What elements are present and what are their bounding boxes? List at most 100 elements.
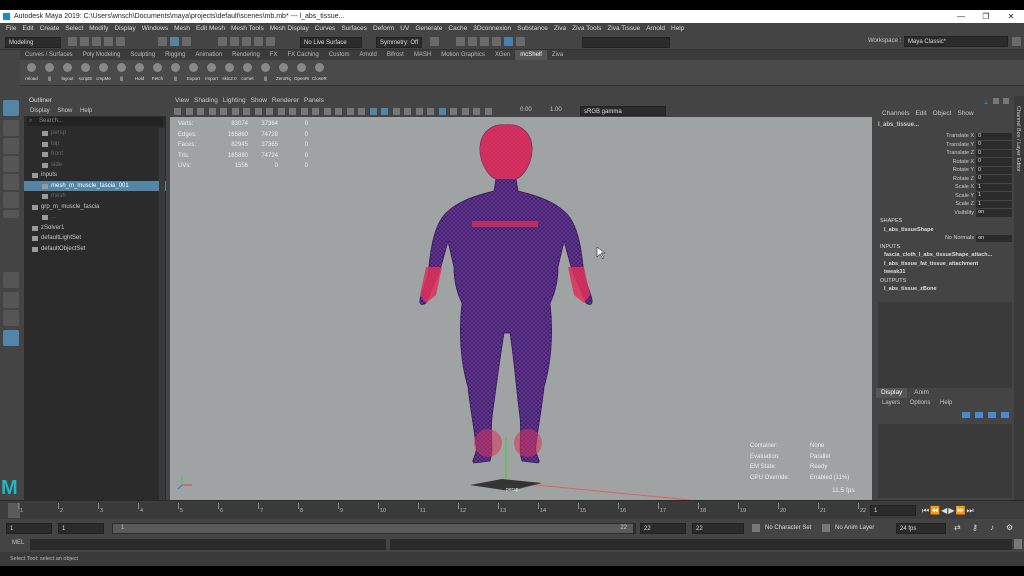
outliner-item[interactable]: defaultLightSet <box>24 233 166 244</box>
command-input[interactable] <box>30 539 386 550</box>
start-time-field[interactable]: 1 <box>6 523 52 534</box>
workspace-settings-icon[interactable] <box>1012 37 1021 46</box>
character-set-dropdown[interactable]: No Character Set <box>762 523 820 534</box>
menu-help[interactable]: Help <box>671 23 684 34</box>
viewport-toolbar-icon[interactable] <box>484 108 492 115</box>
viewport-toolbar-icon[interactable] <box>254 108 262 115</box>
paint-select-tool-icon[interactable] <box>3 138 19 154</box>
viewport-toolbar-icon[interactable] <box>185 108 193 115</box>
gamma-field[interactable]: 1.00 <box>550 107 562 113</box>
viewport-toolbar-icon[interactable] <box>335 108 342 115</box>
outliner-menu-show[interactable]: Show <box>57 108 72 114</box>
loop-icon[interactable]: ⇄ <box>954 523 961 532</box>
channel-attr-row[interactable]: Translate Z0 <box>876 149 1014 158</box>
outliner-item[interactable]: mesh <box>24 191 166 202</box>
end-time-field[interactable]: 22 <box>692 523 744 534</box>
shelf-tool-14[interactable]: ZeroRig <box>276 62 291 84</box>
shelf-tool-16[interactable]: CloseRi <box>312 62 327 84</box>
shape-attr-row[interactable]: No Normals on <box>876 234 1014 243</box>
outliner-item[interactable]: zSolver1 <box>24 223 166 234</box>
channel-attr-row[interactable]: Rotate Y0 <box>876 166 1014 175</box>
viewport-toolbar-icon[interactable] <box>346 108 354 115</box>
outliner-item[interactable]: top <box>24 139 166 150</box>
character-mesh[interactable] <box>419 124 593 464</box>
options-menu[interactable]: Options <box>910 400 931 406</box>
snap-surface-icon[interactable] <box>266 37 275 46</box>
viewport-toolbar-icon[interactable] <box>427 108 434 115</box>
menu-ziva-tissue[interactable]: Ziva Tissue <box>607 23 640 34</box>
channel-attr-row[interactable]: Rotate X0 <box>876 158 1014 167</box>
persp-outliner-view-icon[interactable] <box>3 310 19 326</box>
channel-attr-value[interactable]: 0 <box>976 166 1012 174</box>
channel-box-menu-edit[interactable]: Edit <box>915 110 926 117</box>
shelf-tab-fx[interactable]: FX <box>265 50 283 60</box>
side-tab[interactable]: Channel Box / Layer Editor <box>1014 96 1024 500</box>
menu-uv[interactable]: UV <box>400 23 409 34</box>
select-component-icon[interactable] <box>182 37 191 46</box>
channel-attr-value[interactable]: on <box>976 209 1012 217</box>
shape-node[interactable]: l_abs_tissueShape <box>876 226 1014 235</box>
shelf-tab-animation[interactable]: Animation <box>190 50 227 60</box>
menu-file[interactable]: File <box>6 23 16 34</box>
viewport-toolbar-icon[interactable] <box>208 108 216 115</box>
rotate-tool-icon[interactable] <box>3 174 19 190</box>
shelf-tab-rendering[interactable]: Rendering <box>227 50 265 60</box>
outliner-item[interactable]: front <box>24 149 166 160</box>
render-view-icon[interactable] <box>456 37 465 46</box>
viewport-toolbar-icon[interactable] <box>312 108 319 115</box>
menu-modify[interactable]: Modify <box>89 23 108 34</box>
viewport-toolbar-icon[interactable] <box>266 108 273 115</box>
select-object-icon[interactable] <box>170 37 179 46</box>
outliner-menu-help[interactable]: Help <box>80 108 92 114</box>
outliner-item[interactable]: mesh_m_muscle_fascia_001 <box>24 180 166 191</box>
shelf-tab-mcshelf[interactable]: mcShelf <box>515 50 547 60</box>
outliner-scrollbar[interactable] <box>159 128 165 504</box>
shelf-tab-rigging[interactable]: Rigging <box>160 50 190 60</box>
menu-mesh-display[interactable]: Mesh Display <box>270 23 309 34</box>
select-hierarchy-icon[interactable] <box>158 37 167 46</box>
outliner-item[interactable]: inputs <box>24 170 166 181</box>
viewport-toolbar-icon[interactable] <box>369 108 377 115</box>
scale-tool-icon[interactable] <box>3 192 19 208</box>
render-frame-icon[interactable] <box>468 37 477 46</box>
go-to-start-icon[interactable]: ⏮ <box>922 506 930 515</box>
menu-mesh-tools[interactable]: Mesh Tools <box>231 23 264 34</box>
minimize-button[interactable]: — <box>950 10 972 23</box>
preferences-icon[interactable]: ⚙ <box>1006 523 1013 532</box>
shelf-tool-0[interactable]: reload <box>24 62 39 84</box>
mode-dropdown[interactable]: Modeling <box>5 37 61 48</box>
fps-dropdown[interactable]: 24 fps <box>896 523 946 534</box>
input-node[interactable]: fascia_cloth_l_abs_tissueShape_attach... <box>876 251 1014 260</box>
viewport-toolbar-icon[interactable] <box>323 108 331 115</box>
panel-menu-show[interactable]: Show <box>251 97 267 104</box>
channel-attr-row[interactable]: Translate X0 <box>876 132 1014 141</box>
menu-edit[interactable]: Edit <box>22 23 33 34</box>
anim-layer-dropdown[interactable]: No Anim Layer <box>832 523 890 534</box>
shelf-tab-xgen[interactable]: XGen <box>490 50 515 60</box>
colorspace-dropdown[interactable]: sRGB gamma <box>580 106 666 116</box>
menu-windows[interactable]: Windows <box>142 23 168 34</box>
menu-substance[interactable]: Substance <box>517 23 548 34</box>
move-tool-icon[interactable] <box>3 156 19 172</box>
channel-attr-row[interactable]: Visibility on <box>876 209 1014 218</box>
menu-surfaces[interactable]: Surfaces <box>341 23 367 34</box>
script-editor-icon[interactable] <box>1014 539 1022 549</box>
viewport-toolbar-icon[interactable] <box>438 108 446 115</box>
input-node[interactable]: l_abs_tissue_fat_tissue_attachment <box>876 260 1014 269</box>
last-tool-icon[interactable] <box>3 210 19 218</box>
viewport-toolbar-icon[interactable] <box>404 108 411 115</box>
shelf-tool-2[interactable]: layout <box>60 62 75 84</box>
viewport-toolbar-icon[interactable] <box>289 108 296 115</box>
viewport-toolbar-icon[interactable] <box>473 108 480 115</box>
select-tool-icon[interactable] <box>3 100 19 116</box>
menu-ziva[interactable]: Ziva <box>554 23 566 34</box>
menu-display[interactable]: Display <box>114 23 135 34</box>
menu-mesh[interactable]: Mesh <box>174 23 190 34</box>
range-bar[interactable]: 1 22 <box>112 523 636 534</box>
step-forward-icon[interactable]: ⏩ <box>955 506 966 515</box>
shelf-tool-4[interactable]: cmpMe <box>96 62 111 84</box>
menu-arnold[interactable]: Arnold <box>646 23 665 34</box>
shelf-tool-15[interactable]: OpenRi <box>294 62 309 84</box>
single-perspective-view-icon[interactable] <box>3 272 19 288</box>
channel-box-menu-object[interactable]: Object <box>933 110 952 117</box>
